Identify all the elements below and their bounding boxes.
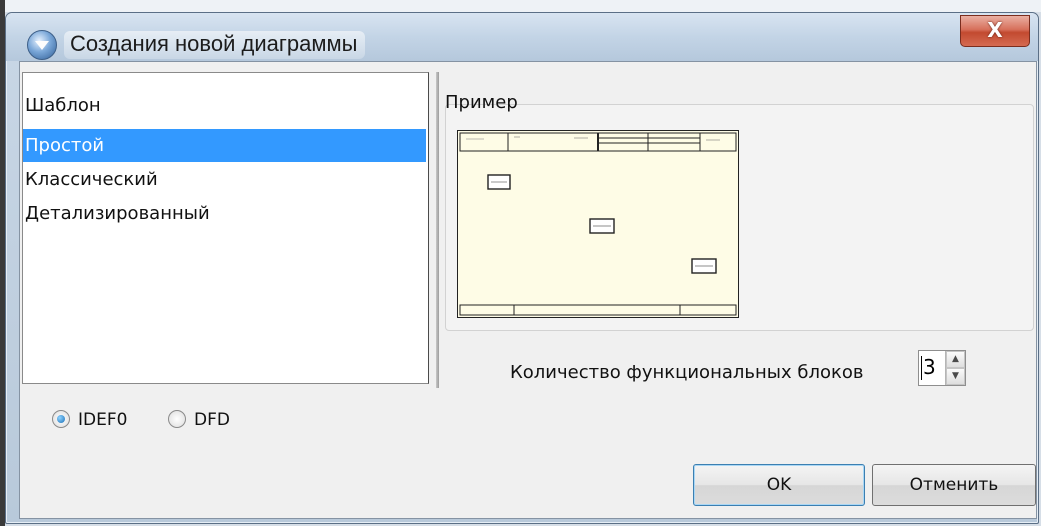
template-item-classic[interactable]: Классический xyxy=(23,163,426,196)
spinner-down-arrow-icon[interactable]: ▼ xyxy=(946,368,965,385)
panel-splitter[interactable] xyxy=(436,72,439,388)
text-caret xyxy=(921,356,922,380)
radio-dfd-label: DFD xyxy=(194,410,230,430)
app-icon xyxy=(27,30,57,60)
template-item-simple[interactable]: Простой xyxy=(23,129,426,162)
ok-button[interactable]: OK xyxy=(693,464,865,506)
example-label: Пример xyxy=(445,92,518,113)
diagram-preview xyxy=(457,130,739,318)
dialog-client-area: Шаблон Простой Классический Детализирова… xyxy=(19,61,1037,519)
desktop-background xyxy=(0,0,1041,12)
spinner-up-arrow-icon[interactable]: ▲ xyxy=(946,351,965,368)
close-button[interactable]: X xyxy=(960,15,1030,47)
blocks-count-spinner[interactable]: 3 ▲ ▼ xyxy=(918,350,966,386)
dialog-window: Создания новой диаграммы X Шаблон Просто… xyxy=(5,12,1039,524)
radio-dfd[interactable]: DFD xyxy=(168,410,230,430)
radio-checked-icon[interactable] xyxy=(52,410,70,428)
cancel-button[interactable]: Отменить xyxy=(872,464,1036,506)
template-item-detailed[interactable]: Детализированный xyxy=(23,197,426,230)
blocks-count-label: Количество функциональных блоков xyxy=(510,362,864,383)
radio-idef0[interactable]: IDEF0 xyxy=(52,410,127,430)
preview-diagram-image xyxy=(458,131,738,317)
spinner-buttons: ▲ ▼ xyxy=(945,351,965,385)
radio-unchecked-icon[interactable] xyxy=(168,410,186,428)
title-bar[interactable]: Создания новой диаграммы X xyxy=(6,13,1038,61)
template-list[interactable]: Шаблон Простой Классический Детализирова… xyxy=(22,72,429,384)
screen-left-edge xyxy=(0,0,5,526)
template-list-header: Шаблон xyxy=(25,95,101,116)
radio-idef0-label: IDEF0 xyxy=(78,410,128,430)
blocks-count-value[interactable]: 3 xyxy=(923,355,936,379)
window-title: Создания новой диаграммы xyxy=(64,31,366,59)
